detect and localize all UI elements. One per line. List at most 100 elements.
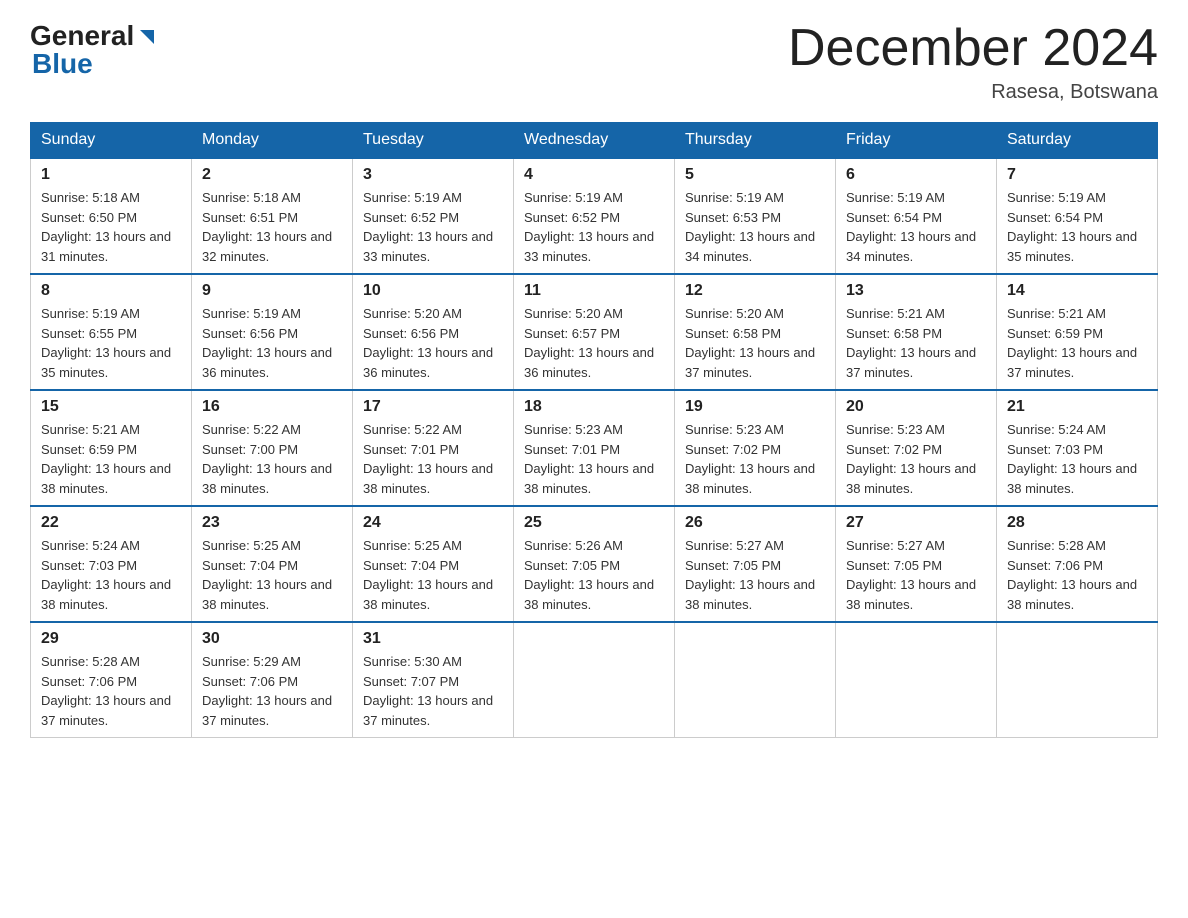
day-info: Sunrise: 5:19 AMSunset: 6:52 PMDaylight:… bbox=[363, 190, 493, 264]
day-info: Sunrise: 5:18 AMSunset: 6:50 PMDaylight:… bbox=[41, 190, 171, 264]
calendar-cell: 29 Sunrise: 5:28 AMSunset: 7:06 PMDaylig… bbox=[31, 622, 192, 738]
day-number: 9 bbox=[202, 282, 342, 300]
day-number: 30 bbox=[202, 630, 342, 648]
day-number: 3 bbox=[363, 166, 503, 184]
day-number: 6 bbox=[846, 166, 986, 184]
calendar-cell: 21 Sunrise: 5:24 AMSunset: 7:03 PMDaylig… bbox=[997, 390, 1158, 506]
day-info: Sunrise: 5:21 AMSunset: 6:59 PMDaylight:… bbox=[41, 422, 171, 496]
calendar-cell: 19 Sunrise: 5:23 AMSunset: 7:02 PMDaylig… bbox=[675, 390, 836, 506]
logo: General Blue bbox=[30, 20, 158, 80]
column-header-friday: Friday bbox=[836, 123, 997, 159]
day-info: Sunrise: 5:23 AMSunset: 7:02 PMDaylight:… bbox=[846, 422, 976, 496]
calendar-cell: 16 Sunrise: 5:22 AMSunset: 7:00 PMDaylig… bbox=[192, 390, 353, 506]
day-info: Sunrise: 5:19 AMSunset: 6:54 PMDaylight:… bbox=[846, 190, 976, 264]
calendar-cell: 18 Sunrise: 5:23 AMSunset: 7:01 PMDaylig… bbox=[514, 390, 675, 506]
page-header: General Blue December 2024 Rasesa, Botsw… bbox=[30, 20, 1158, 104]
day-number: 2 bbox=[202, 166, 342, 184]
calendar-cell: 9 Sunrise: 5:19 AMSunset: 6:56 PMDayligh… bbox=[192, 274, 353, 390]
day-info: Sunrise: 5:23 AMSunset: 7:02 PMDaylight:… bbox=[685, 422, 815, 496]
column-header-saturday: Saturday bbox=[997, 123, 1158, 159]
day-number: 10 bbox=[363, 282, 503, 300]
day-number: 11 bbox=[524, 282, 664, 300]
calendar-cell: 12 Sunrise: 5:20 AMSunset: 6:58 PMDaylig… bbox=[675, 274, 836, 390]
week-row-3: 15 Sunrise: 5:21 AMSunset: 6:59 PMDaylig… bbox=[31, 390, 1158, 506]
calendar-cell: 27 Sunrise: 5:27 AMSunset: 7:05 PMDaylig… bbox=[836, 506, 997, 622]
day-number: 16 bbox=[202, 398, 342, 416]
calendar-cell: 20 Sunrise: 5:23 AMSunset: 7:02 PMDaylig… bbox=[836, 390, 997, 506]
location: Rasesa, Botswana bbox=[788, 81, 1158, 104]
day-info: Sunrise: 5:25 AMSunset: 7:04 PMDaylight:… bbox=[363, 538, 493, 612]
day-info: Sunrise: 5:24 AMSunset: 7:03 PMDaylight:… bbox=[41, 538, 171, 612]
calendar-cell: 13 Sunrise: 5:21 AMSunset: 6:58 PMDaylig… bbox=[836, 274, 997, 390]
day-number: 8 bbox=[41, 282, 181, 300]
day-number: 4 bbox=[524, 166, 664, 184]
day-info: Sunrise: 5:26 AMSunset: 7:05 PMDaylight:… bbox=[524, 538, 654, 612]
day-number: 13 bbox=[846, 282, 986, 300]
day-number: 25 bbox=[524, 514, 664, 532]
column-header-tuesday: Tuesday bbox=[353, 123, 514, 159]
calendar-cell: 23 Sunrise: 5:25 AMSunset: 7:04 PMDaylig… bbox=[192, 506, 353, 622]
calendar-header-row: SundayMondayTuesdayWednesdayThursdayFrid… bbox=[31, 123, 1158, 159]
calendar-cell: 22 Sunrise: 5:24 AMSunset: 7:03 PMDaylig… bbox=[31, 506, 192, 622]
day-info: Sunrise: 5:18 AMSunset: 6:51 PMDaylight:… bbox=[202, 190, 332, 264]
logo-blue-text: Blue bbox=[32, 48, 93, 80]
calendar-cell: 7 Sunrise: 5:19 AMSunset: 6:54 PMDayligh… bbox=[997, 158, 1158, 274]
calendar-cell: 5 Sunrise: 5:19 AMSunset: 6:53 PMDayligh… bbox=[675, 158, 836, 274]
day-number: 21 bbox=[1007, 398, 1147, 416]
calendar-cell bbox=[675, 622, 836, 738]
calendar-cell: 10 Sunrise: 5:20 AMSunset: 6:56 PMDaylig… bbox=[353, 274, 514, 390]
day-number: 17 bbox=[363, 398, 503, 416]
day-number: 29 bbox=[41, 630, 181, 648]
calendar-cell: 4 Sunrise: 5:19 AMSunset: 6:52 PMDayligh… bbox=[514, 158, 675, 274]
week-row-5: 29 Sunrise: 5:28 AMSunset: 7:06 PMDaylig… bbox=[31, 622, 1158, 738]
day-number: 26 bbox=[685, 514, 825, 532]
day-info: Sunrise: 5:28 AMSunset: 7:06 PMDaylight:… bbox=[1007, 538, 1137, 612]
week-row-4: 22 Sunrise: 5:24 AMSunset: 7:03 PMDaylig… bbox=[31, 506, 1158, 622]
day-number: 1 bbox=[41, 166, 181, 184]
day-number: 19 bbox=[685, 398, 825, 416]
week-row-1: 1 Sunrise: 5:18 AMSunset: 6:50 PMDayligh… bbox=[31, 158, 1158, 274]
day-number: 24 bbox=[363, 514, 503, 532]
calendar-cell: 17 Sunrise: 5:22 AMSunset: 7:01 PMDaylig… bbox=[353, 390, 514, 506]
day-number: 7 bbox=[1007, 166, 1147, 184]
day-info: Sunrise: 5:22 AMSunset: 7:01 PMDaylight:… bbox=[363, 422, 493, 496]
week-row-2: 8 Sunrise: 5:19 AMSunset: 6:55 PMDayligh… bbox=[31, 274, 1158, 390]
day-info: Sunrise: 5:19 AMSunset: 6:55 PMDaylight:… bbox=[41, 306, 171, 380]
calendar-cell: 25 Sunrise: 5:26 AMSunset: 7:05 PMDaylig… bbox=[514, 506, 675, 622]
day-info: Sunrise: 5:20 AMSunset: 6:57 PMDaylight:… bbox=[524, 306, 654, 380]
day-info: Sunrise: 5:22 AMSunset: 7:00 PMDaylight:… bbox=[202, 422, 332, 496]
day-number: 15 bbox=[41, 398, 181, 416]
day-number: 23 bbox=[202, 514, 342, 532]
day-number: 28 bbox=[1007, 514, 1147, 532]
day-info: Sunrise: 5:25 AMSunset: 7:04 PMDaylight:… bbox=[202, 538, 332, 612]
calendar-cell: 28 Sunrise: 5:28 AMSunset: 7:06 PMDaylig… bbox=[997, 506, 1158, 622]
day-number: 18 bbox=[524, 398, 664, 416]
calendar-cell bbox=[514, 622, 675, 738]
calendar-cell bbox=[997, 622, 1158, 738]
day-info: Sunrise: 5:21 AMSunset: 6:58 PMDaylight:… bbox=[846, 306, 976, 380]
day-info: Sunrise: 5:29 AMSunset: 7:06 PMDaylight:… bbox=[202, 654, 332, 728]
day-number: 12 bbox=[685, 282, 825, 300]
day-info: Sunrise: 5:21 AMSunset: 6:59 PMDaylight:… bbox=[1007, 306, 1137, 380]
logo-arrow-icon bbox=[136, 26, 158, 48]
day-info: Sunrise: 5:30 AMSunset: 7:07 PMDaylight:… bbox=[363, 654, 493, 728]
column-header-wednesday: Wednesday bbox=[514, 123, 675, 159]
day-info: Sunrise: 5:20 AMSunset: 6:58 PMDaylight:… bbox=[685, 306, 815, 380]
day-number: 31 bbox=[363, 630, 503, 648]
day-info: Sunrise: 5:19 AMSunset: 6:56 PMDaylight:… bbox=[202, 306, 332, 380]
day-info: Sunrise: 5:20 AMSunset: 6:56 PMDaylight:… bbox=[363, 306, 493, 380]
day-info: Sunrise: 5:19 AMSunset: 6:54 PMDaylight:… bbox=[1007, 190, 1137, 264]
column-header-sunday: Sunday bbox=[31, 123, 192, 159]
calendar-cell: 24 Sunrise: 5:25 AMSunset: 7:04 PMDaylig… bbox=[353, 506, 514, 622]
column-header-thursday: Thursday bbox=[675, 123, 836, 159]
day-info: Sunrise: 5:23 AMSunset: 7:01 PMDaylight:… bbox=[524, 422, 654, 496]
day-number: 5 bbox=[685, 166, 825, 184]
calendar-cell: 26 Sunrise: 5:27 AMSunset: 7:05 PMDaylig… bbox=[675, 506, 836, 622]
calendar-cell: 6 Sunrise: 5:19 AMSunset: 6:54 PMDayligh… bbox=[836, 158, 997, 274]
month-title: December 2024 bbox=[788, 20, 1158, 77]
day-info: Sunrise: 5:28 AMSunset: 7:06 PMDaylight:… bbox=[41, 654, 171, 728]
day-info: Sunrise: 5:19 AMSunset: 6:53 PMDaylight:… bbox=[685, 190, 815, 264]
day-number: 14 bbox=[1007, 282, 1147, 300]
day-number: 22 bbox=[41, 514, 181, 532]
calendar-cell: 3 Sunrise: 5:19 AMSunset: 6:52 PMDayligh… bbox=[353, 158, 514, 274]
